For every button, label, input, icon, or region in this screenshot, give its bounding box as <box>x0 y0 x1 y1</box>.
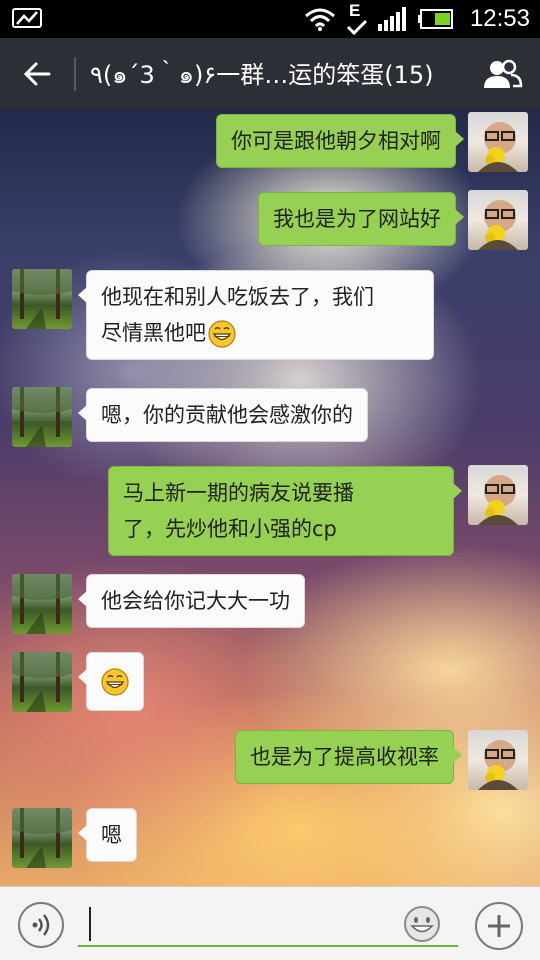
my-avatar[interactable] <box>468 190 528 250</box>
more-actions-button[interactable] <box>475 902 523 950</box>
input-bar <box>0 886 540 960</box>
back-button[interactable] <box>0 38 74 110</box>
message-bubble-received[interactable]: 嗯 <box>78 808 137 862</box>
my-avatar[interactable] <box>468 465 528 525</box>
message-text: 你可是跟他朝夕相对啊 <box>231 129 441 153</box>
contact-avatar[interactable] <box>12 574 72 634</box>
message-bubble-received[interactable]: 嗯，你的贡献他会感激你的 <box>78 388 368 442</box>
message-text: 嗯 <box>101 823 122 847</box>
group-members-button[interactable] <box>466 38 540 110</box>
network-type-label: E <box>348 1 361 20</box>
signal-icon <box>377 7 406 31</box>
picture-icon <box>12 8 42 28</box>
grin-emoji-icon <box>208 320 236 348</box>
message-bubble-received[interactable]: 他现在和别人吃饭去了，我们 尽情黑他吧 <box>78 270 434 360</box>
status-time: 12:53 <box>469 5 530 32</box>
voice-button[interactable] <box>18 902 64 948</box>
message-text-line: 他现在和别人吃饭去了，我们 <box>101 285 374 309</box>
wifi-icon <box>304 8 335 31</box>
network-type-icon: E <box>346 1 368 35</box>
message-list[interactable]: 你可是跟他朝夕相对啊 我也是为了网站好 他现在和别人吃饭去了，我们 尽情黑他吧 … <box>0 110 540 886</box>
message-text-line: 马上新一期的病友说要播 <box>123 481 354 505</box>
message-bubble-received[interactable] <box>78 652 144 711</box>
message-text: 嗯，你的贡献他会感激你的 <box>101 403 353 427</box>
my-avatar[interactable] <box>468 112 528 172</box>
smiley-icon[interactable] <box>403 905 441 943</box>
text-cursor <box>89 907 91 941</box>
grin-emoji-icon <box>101 668 129 696</box>
message-text-line: 尽情黑他吧 <box>101 321 206 345</box>
message-text: 我也是为了网站好 <box>273 207 441 231</box>
message-bubble-received[interactable]: 他会给你记大大一功 <box>78 574 305 628</box>
chat-header: ٩(๑´3｀๑)۶一群…运的笨蛋(15) <box>0 38 540 110</box>
group-members-icon <box>484 59 523 88</box>
contact-avatar[interactable] <box>12 652 72 712</box>
message-input[interactable] <box>78 897 458 947</box>
voice-icon <box>32 914 50 936</box>
message-bubble-sent[interactable]: 马上新一期的病友说要播 了，先炒他和小强的cp <box>108 466 462 556</box>
message-text: 他会给你记大大一功 <box>101 589 290 613</box>
back-arrow-icon <box>23 62 51 86</box>
contact-avatar[interactable] <box>12 387 72 447</box>
status-icons: E 12:53 <box>304 0 530 38</box>
message-text-line: 了，先炒他和小强的cp <box>123 517 337 541</box>
contact-avatar[interactable] <box>12 808 72 868</box>
battery-icon <box>417 9 453 29</box>
message-bubble-sent[interactable]: 我也是为了网站好 <box>258 192 464 246</box>
message-bubble-sent[interactable]: 你可是跟他朝夕相对啊 <box>216 114 464 168</box>
message-bubble-sent[interactable]: 也是为了提高收视率 <box>235 730 462 784</box>
status-bar: E 12:53 <box>0 0 540 38</box>
my-avatar[interactable] <box>468 730 528 790</box>
chat-title: ٩(๑´3｀๑)۶一群…运的笨蛋(15) <box>90 60 434 89</box>
message-text: 也是为了提高收视率 <box>250 745 439 769</box>
contact-avatar[interactable] <box>12 269 72 329</box>
plus-icon <box>488 915 510 937</box>
